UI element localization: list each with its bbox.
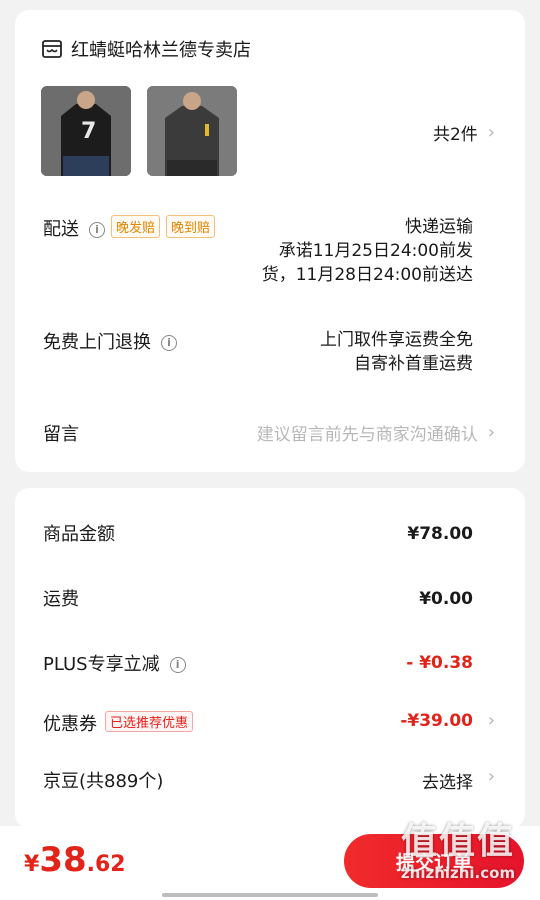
plus-discount-label: PLUS专享立减 — [43, 654, 160, 675]
coupon-label-row[interactable]: 优惠券 已选推荐优惠 — [43, 710, 194, 736]
late-ship-tag: 晚发赔 — [111, 215, 161, 238]
note-placeholder: 建议留言前先与商家沟通确认 — [256, 425, 478, 445]
total-decimal: .62 — [86, 852, 126, 877]
shop-row[interactable]: 红蜻蜓哈林兰德专卖店 — [41, 36, 251, 62]
jingdou-label: 京豆(共889个) — [43, 771, 164, 792]
returns-info: 上门取件享运费全免 自寄补首重运费 — [320, 328, 473, 376]
chevron-right-icon[interactable]: › — [488, 710, 495, 731]
returns-line1: 上门取件享运费全免 — [320, 330, 473, 350]
delivery-info: 快递运输 承诺11月25日24:00前发 货，11月28日24:00前送达 — [262, 215, 473, 287]
order-total: ¥38.62 — [24, 840, 126, 880]
shipping-fee-value: ¥0.00 — [419, 589, 473, 609]
coupon-selected-tag: 已选推荐优惠 — [105, 711, 194, 732]
note-input[interactable]: 建议留言前先与商家沟通确认 › — [257, 420, 495, 445]
delivery-label-row: 配送 i 晚发赔 晚到赔 — [43, 215, 216, 241]
coupon-label: 优惠券 — [43, 714, 97, 735]
plus-discount-value: - ¥0.38 — [406, 653, 473, 673]
goods-amount-label: 商品金额 — [43, 524, 115, 545]
info-icon[interactable]: i — [89, 222, 105, 238]
chevron-right-icon: › — [487, 422, 495, 443]
info-icon[interactable]: i — [169, 657, 186, 673]
shop-icon — [42, 40, 62, 58]
product-thumb-grey-sweatshirt[interactable] — [147, 86, 237, 176]
delivery-promise-line1: 承诺11月25日24:00前发 — [278, 241, 473, 261]
svg-text:7: 7 — [81, 119, 96, 144]
product-count: 共2件 — [432, 125, 478, 145]
home-indicator[interactable] — [162, 893, 378, 897]
goods-amount-value: ¥78.00 — [407, 524, 473, 544]
shipping-fee-label: 运费 — [43, 589, 79, 610]
shop-name: 红蜻蜓哈林兰德专卖店 — [71, 40, 251, 61]
chevron-right-icon[interactable]: › — [488, 766, 495, 787]
note-label: 留言 — [43, 424, 79, 445]
submit-order-button[interactable]: 提交订单 — [344, 834, 524, 888]
info-icon[interactable]: i — [161, 335, 177, 351]
plus-discount-label-row: PLUS专享立减 i — [43, 650, 186, 676]
order-card: 红蜻蜓哈林兰德专卖店 7 共2件 › 配送 i 晚发赔 晚到赔 快递运输 承诺11月2… — [15, 10, 525, 472]
returns-label-row: 免费上门退换 i — [43, 328, 177, 354]
delivery-method: 快递运输 — [405, 217, 473, 237]
total-integer: 38 — [39, 840, 87, 880]
total-currency: ¥ — [24, 852, 40, 877]
product-thumb-black-sweatshirt[interactable]: 7 — [41, 86, 131, 176]
returns-line2: 自寄补首重运费 — [354, 354, 473, 374]
returns-label: 免费上门退换 — [43, 332, 151, 353]
price-card: 商品金额 ¥78.00 运费 ¥0.00 PLUS专享立减 i - ¥0.38 优… — [15, 488, 525, 828]
late-arrival-tag: 晚到赔 — [166, 215, 216, 238]
jingdou-select[interactable]: 去选择 — [422, 768, 473, 793]
delivery-label: 配送 — [43, 219, 79, 240]
coupon-value: -¥39.00 — [400, 711, 473, 731]
product-count-row[interactable]: 共2件 › — [433, 120, 495, 145]
bottom-bar: ¥38.62 提交订单 — [0, 826, 540, 900]
delivery-promise-line2: 货，11月28日24:00前送达 — [261, 265, 473, 285]
chevron-right-icon: › — [487, 122, 495, 143]
